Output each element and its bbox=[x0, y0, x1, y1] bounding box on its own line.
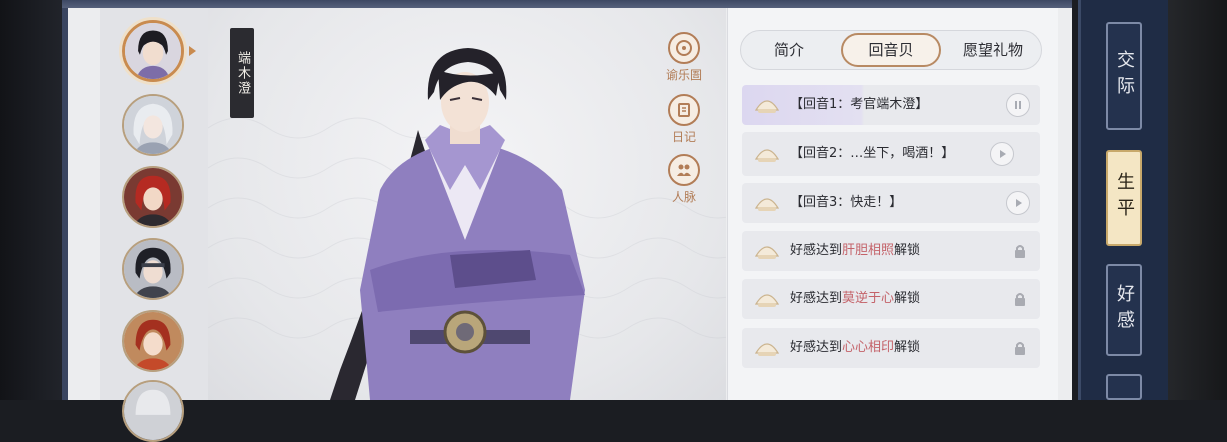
relations-button[interactable]: 人脉 bbox=[662, 154, 706, 205]
avatar-character-4[interactable] bbox=[122, 238, 184, 300]
tab-bar: 简介 回音贝 愿望礼物 bbox=[740, 30, 1042, 70]
selected-caret bbox=[189, 46, 196, 56]
echo-row-3[interactable]: 【回音3：快走！】 bbox=[742, 183, 1040, 223]
lock-icon bbox=[1015, 245, 1025, 258]
avatar-character-3[interactable] bbox=[122, 166, 184, 228]
people-icon bbox=[677, 164, 691, 176]
portrait-icon bbox=[125, 23, 181, 79]
portrait-icon bbox=[124, 312, 182, 370]
portrait-icon bbox=[124, 168, 182, 226]
tab-profile[interactable]: 简介 bbox=[741, 33, 837, 67]
locked-row-2: 好感达到莫逆于心解锁 bbox=[742, 279, 1040, 319]
music-circle-button[interactable]: 谕乐圄 bbox=[662, 32, 706, 83]
tab-wish-gift[interactable]: 愿望礼物 bbox=[945, 33, 1041, 67]
shell-icon bbox=[754, 246, 780, 259]
music-circle-label: 谕乐圄 bbox=[665, 68, 702, 82]
shell-icon bbox=[754, 198, 780, 211]
play-button[interactable] bbox=[990, 142, 1014, 166]
unlock-requirement: 好感达到肝胆相照解锁 bbox=[790, 243, 921, 258]
nav-tab-social[interactable]: 交际 bbox=[1106, 22, 1142, 130]
shell-icon bbox=[754, 343, 780, 356]
nav-tab-biography[interactable]: 生平 bbox=[1106, 150, 1142, 246]
avatar-character-2[interactable] bbox=[122, 94, 184, 156]
echo-row-2[interactable]: 【回音2：…坐下，喝酒！】 bbox=[742, 132, 1040, 176]
tab-echo-shell[interactable]: 回音贝 bbox=[841, 33, 941, 67]
diary-icon bbox=[678, 103, 690, 117]
diary-label: 日记 bbox=[671, 130, 696, 144]
avatar-character-6[interactable] bbox=[122, 380, 184, 442]
shell-icon bbox=[754, 149, 780, 162]
unlock-requirement: 好感达到莫逆于心解锁 bbox=[790, 291, 921, 306]
character-figure bbox=[330, 48, 585, 400]
lock-icon bbox=[1015, 293, 1025, 306]
relations-label: 人脉 bbox=[671, 190, 696, 204]
avatar-character-5[interactable] bbox=[122, 310, 184, 372]
play-icon bbox=[1016, 199, 1022, 207]
book-top-edge bbox=[62, 0, 1072, 8]
nav-tab-affection[interactable]: 好感 bbox=[1106, 264, 1142, 356]
pause-icon bbox=[1015, 101, 1021, 109]
nav-tab-more[interactable] bbox=[1106, 374, 1142, 400]
music-disc-icon bbox=[676, 40, 692, 56]
portrait-icon bbox=[124, 96, 182, 154]
portrait-icon bbox=[124, 382, 182, 440]
play-icon bbox=[1000, 150, 1006, 158]
echo-title: 【回音2：…坐下，喝酒！】 bbox=[790, 146, 955, 161]
avatar-selected[interactable] bbox=[122, 20, 184, 82]
locked-row-3: 好感达到心心相印解锁 bbox=[742, 328, 1040, 368]
locked-row-1: 好感达到肝胆相照解锁 bbox=[742, 231, 1040, 271]
shell-icon bbox=[754, 294, 780, 307]
pause-button[interactable] bbox=[1006, 93, 1030, 117]
character-name-banner: 端木澄 bbox=[230, 28, 254, 118]
background-left bbox=[0, 0, 70, 400]
echo-title: 【回音1：考官端木澄】 bbox=[790, 97, 929, 112]
shell-icon bbox=[754, 100, 780, 113]
echo-title: 【回音3：快走！】 bbox=[790, 195, 903, 210]
diary-button[interactable]: 日记 bbox=[662, 94, 706, 145]
unlock-requirement: 好感达到心心相印解锁 bbox=[790, 340, 921, 355]
play-button[interactable] bbox=[1006, 191, 1030, 215]
echo-row-1[interactable]: 【回音1：考官端木澄】 bbox=[742, 85, 1040, 125]
portrait-icon bbox=[124, 240, 182, 298]
lock-icon bbox=[1015, 342, 1025, 355]
